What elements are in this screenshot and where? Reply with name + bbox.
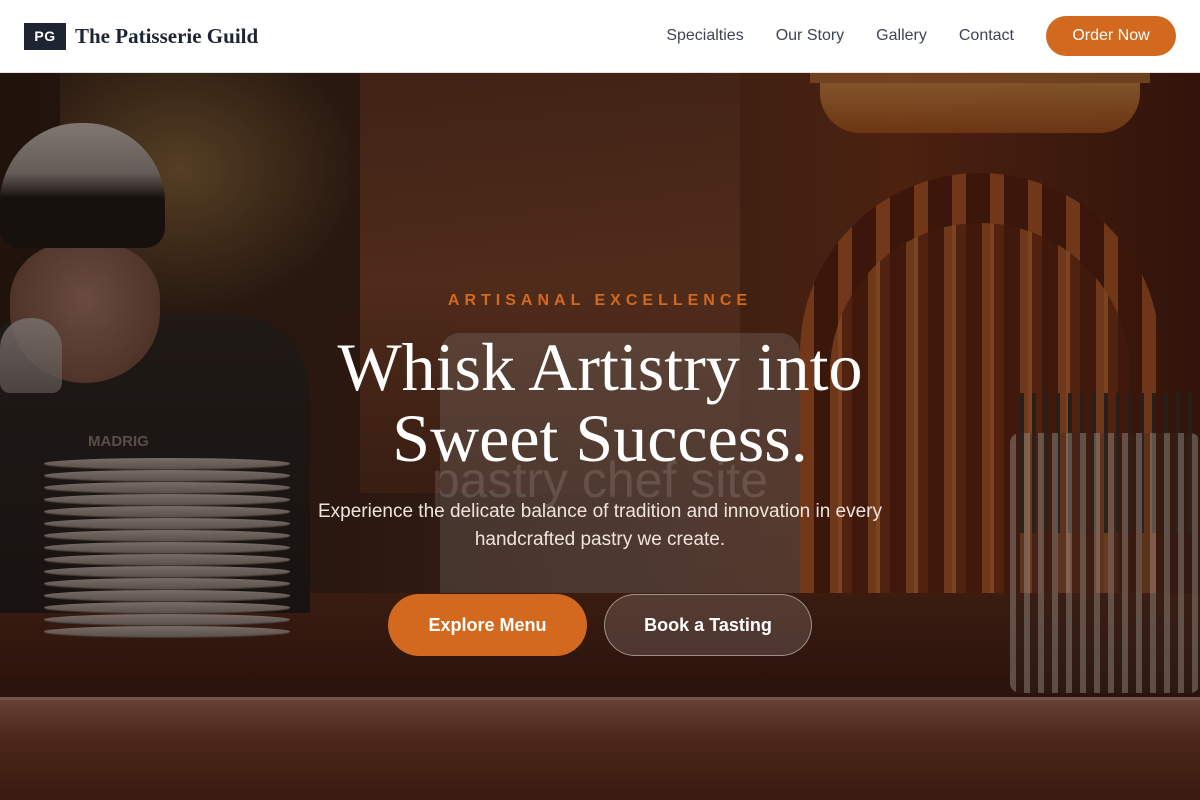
cta-row: Explore Menu Book a Tasting <box>0 594 1200 656</box>
headline-line-2: Sweet Success. <box>392 400 808 476</box>
brand[interactable]: PG The Patisserie Guild <box>24 22 259 50</box>
hero-eyebrow: ARTISANAL EXCELLENCE <box>447 292 753 309</box>
hero-headline: Whisk Artistry into Sweet Success. <box>200 332 1000 474</box>
hero-subtitle: Experience the delicate balance of tradi… <box>317 501 883 550</box>
book-tasting-button[interactable]: Book a Tasting <box>604 594 812 656</box>
headline-line-1: Whisk Artistry into <box>337 329 863 405</box>
nav-link-contact[interactable]: Contact <box>959 27 1014 45</box>
site-header: PG The Patisserie Guild Specialties Our … <box>0 0 1200 73</box>
order-now-button[interactable]: Order Now <box>1046 16 1176 56</box>
nav-link-gallery[interactable]: Gallery <box>876 27 927 45</box>
brand-name: The Patisserie Guild <box>75 23 259 48</box>
nav-link-our-story[interactable]: Our Story <box>776 27 844 45</box>
main-nav: Specialties Our Story Gallery Contact Or… <box>666 16 1176 56</box>
nav-link-specialties[interactable]: Specialties <box>666 27 743 45</box>
explore-menu-button[interactable]: Explore Menu <box>388 594 587 656</box>
logo-badge: PG <box>24 22 66 50</box>
hero-section: MADRIG pastry chef site ARTISANAL EXCELL… <box>0 73 1200 800</box>
